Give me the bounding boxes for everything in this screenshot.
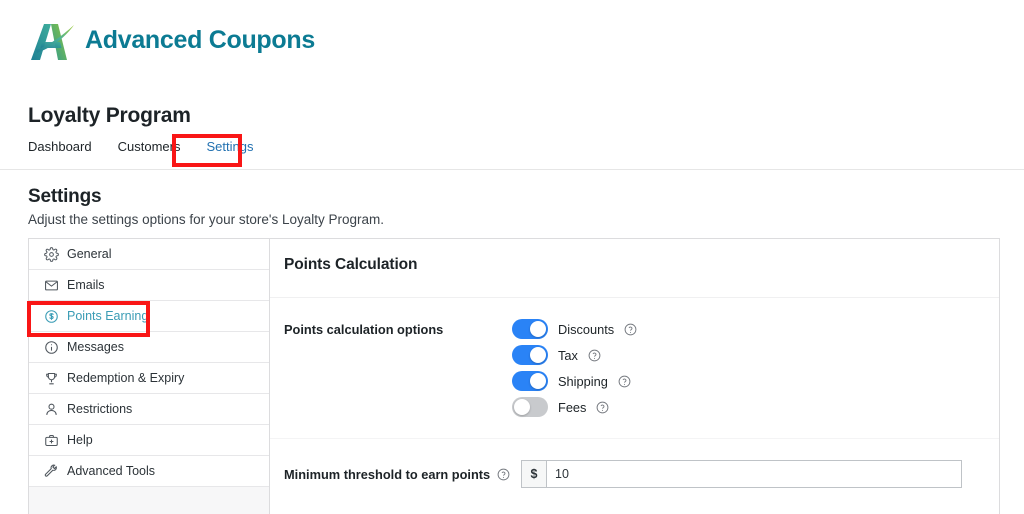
tab-bar: Dashboard Customers Settings (28, 140, 279, 153)
question-circle-icon[interactable] (588, 349, 601, 362)
toggle-knob (530, 321, 546, 337)
tab-settings[interactable]: Settings (206, 140, 267, 153)
currency-prefix: $ (521, 460, 546, 488)
question-circle-icon[interactable] (497, 468, 510, 481)
shipping-toggle[interactable] (512, 371, 548, 391)
sidebar-item-points-earning[interactable]: Points Earning (29, 301, 269, 332)
sidebar-item-label: Help (67, 433, 93, 447)
toggle-knob (514, 399, 530, 415)
sidebar-item-restrictions[interactable]: Restrictions (29, 394, 269, 425)
fees-toggle[interactable] (512, 397, 548, 417)
trophy-icon (46, 372, 57, 384)
dollar-circle-icon (45, 309, 58, 323)
first-aid-kit-icon (45, 434, 58, 446)
minimum-threshold-row: Minimum threshold to earn points $ (270, 439, 999, 488)
toggle-row-tax: Tax (512, 345, 637, 365)
tab-bar-divider (0, 169, 1024, 170)
brand-logo: Advanced Coupons (28, 16, 315, 64)
discounts-label: Discounts (558, 321, 615, 337)
toggle-row-shipping: Shipping (512, 371, 637, 391)
sidebar-item-redemption-expiry[interactable]: Redemption & Expiry (29, 363, 269, 394)
page-root: Advanced Coupons Loyalty Program Dashboa… (0, 0, 1024, 514)
toggle-knob (530, 373, 546, 389)
wrench-icon (44, 464, 57, 477)
sidebar-item-help[interactable]: Help (29, 425, 269, 456)
person-icon (46, 403, 57, 415)
settings-sidebar: General Emails Points Earning Messages R… (29, 239, 270, 514)
sidebar-item-advanced-tools[interactable]: Advanced Tools (29, 456, 269, 487)
settings-content: Points Calculation Points calculation op… (270, 239, 999, 514)
points-calculation-options-row: Points calculation options Discounts Tax… (270, 298, 999, 417)
toggle-knob (530, 347, 546, 363)
minimum-threshold-input[interactable] (546, 460, 962, 488)
shipping-label: Shipping (558, 373, 608, 389)
tax-label: Tax (558, 347, 578, 363)
settings-card: General Emails Points Earning Messages R… (28, 238, 1000, 514)
question-circle-icon[interactable] (624, 323, 637, 336)
discounts-toggle[interactable] (512, 319, 548, 339)
minimum-threshold-label: Minimum threshold to earn points (284, 466, 491, 482)
minimum-threshold-input-group: $ (521, 460, 962, 488)
sidebar-item-label: Redemption & Expiry (67, 371, 185, 385)
toggle-row-discounts: Discounts (512, 319, 637, 339)
sidebar-item-label: Restrictions (67, 402, 133, 416)
gear-icon (44, 246, 59, 262)
page-title: Loyalty Program (28, 104, 191, 127)
tax-toggle[interactable] (512, 345, 548, 365)
advanced-coupons-logo-icon (31, 24, 74, 60)
tab-dashboard[interactable]: Dashboard (28, 140, 106, 153)
question-circle-icon[interactable] (618, 375, 631, 388)
fees-label: Fees (558, 399, 587, 415)
sidebar-item-label: General (67, 247, 112, 261)
toggle-list: Discounts Tax Shipping Fees (512, 319, 637, 417)
sidebar-item-general[interactable]: General (29, 239, 269, 270)
info-circle-icon (45, 340, 58, 354)
tab-customers[interactable]: Customers (118, 140, 195, 153)
sidebar-item-label: Advanced Tools (67, 464, 156, 478)
brand-name: Advanced Coupons (85, 25, 315, 54)
sidebar-item-emails[interactable]: Emails (29, 270, 269, 301)
settings-subheading: Adjust the settings options for your sto… (28, 212, 384, 227)
envelope-icon (45, 280, 58, 290)
minimum-threshold-help (497, 468, 521, 481)
sidebar-item-label: Messages (67, 340, 124, 354)
points-calculation-options-label: Points calculation options (284, 322, 444, 337)
sidebar-item-label: Points Earning (67, 309, 149, 323)
toggle-row-fees: Fees (512, 397, 637, 417)
sidebar-item-label: Emails (67, 278, 105, 292)
sidebar-footer-spacer (29, 487, 269, 514)
settings-heading: Settings (28, 186, 102, 207)
sidebar-item-messages[interactable]: Messages (29, 332, 269, 363)
question-circle-icon[interactable] (596, 401, 609, 414)
panel-title: Points Calculation (284, 256, 418, 273)
